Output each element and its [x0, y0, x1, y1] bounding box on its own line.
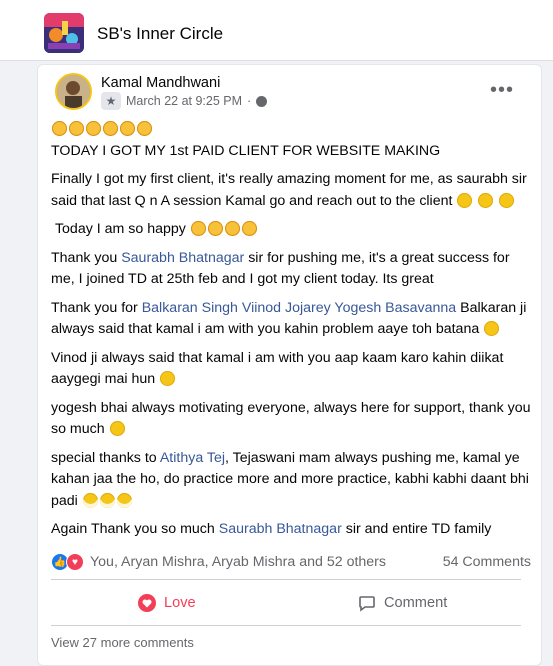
star-struck-emoji-icon: [120, 121, 135, 136]
post-card: Kamal Mandhwani ★ March 22 at 9:25 PM · …: [37, 64, 542, 666]
post-body: TODAY I GOT MY 1st PAID CLIENT FOR WEBSI…: [51, 119, 531, 548]
love-label: Love: [164, 595, 196, 611]
smile-emoji-icon: [499, 192, 515, 208]
paragraph-text: Finally I got my first client, it's real…: [51, 171, 527, 209]
author-avatar[interactable]: [55, 73, 92, 110]
divider: [51, 579, 521, 580]
comment-button[interactable]: Comment: [358, 585, 447, 621]
reactions-summary[interactable]: You, Aryan Mishra, Aryab Mishra and 52 o…: [90, 554, 386, 570]
star-struck-emoji-icon: [86, 121, 101, 136]
post-paragraph: Thank you Saurabh Bhatnagar sir for push…: [51, 248, 531, 291]
paragraph-text: Thank you for: [51, 299, 142, 316]
comments-count[interactable]: 54 Comments: [443, 554, 531, 570]
grin-emoji-icon: [82, 492, 98, 508]
post-paragraph: Finally I got my first client, it's real…: [51, 169, 531, 212]
group-name[interactable]: SB's Inner Circle: [97, 24, 223, 44]
group-header: SB's Inner Circle: [0, 0, 553, 61]
comment-label: Comment: [384, 595, 448, 611]
more-options-icon[interactable]: •••: [490, 79, 514, 102]
post-paragraph: yogesh bhai always motivating everyone, …: [51, 398, 531, 441]
post-meta: ★ March 22 at 9:25 PM ·: [101, 92, 268, 110]
paragraph-text: Thank you: [51, 249, 122, 266]
star-struck-emoji-icon: [137, 121, 152, 136]
post-paragraph: TODAY I GOT MY 1st PAID CLIENT FOR WEBSI…: [51, 142, 441, 159]
smile-emoji-icon: [457, 192, 473, 208]
star-struck-emoji-icon: [69, 121, 84, 136]
smile-emoji-icon: [484, 321, 500, 336]
post-paragraph: Today I am so happy: [51, 219, 531, 241]
paragraph-text: Again Thank you so much: [51, 521, 219, 537]
post-paragraph: Vinod ji always said that kamal i am wit…: [51, 348, 531, 391]
mention-link[interactable]: Saurabh Bhatnagar: [219, 521, 342, 537]
divider: [51, 625, 521, 626]
star-struck-emoji-icon: [241, 221, 257, 236]
grin-emoji-icon: [116, 492, 132, 508]
smile-emoji-icon: [478, 192, 494, 208]
post-date[interactable]: March 22 at 9:25 PM: [126, 94, 242, 108]
privacy-globe-icon: [256, 95, 268, 107]
mention-link[interactable]: Saurabh Bhatnagar: [121, 250, 244, 266]
star-struck-emoji-icon: [52, 121, 67, 136]
heart-icon: [138, 594, 156, 612]
grin-emoji-icon: [99, 492, 115, 508]
top-contributor-badge-icon[interactable]: ★: [101, 92, 121, 110]
group-thumbnail[interactable]: [44, 13, 84, 53]
mention-link[interactable]: Balkaran Singh Viinod Jojarey Yogesh Bas…: [142, 300, 456, 316]
view-more-comments[interactable]: View 27 more comments: [51, 635, 194, 650]
star-struck-emoji-icon: [207, 221, 223, 236]
smile-emoji-icon: [160, 371, 176, 386]
reactions-bar: 👍 ♥ You, Aryan Mishra, Aryab Mishra and …: [51, 550, 531, 574]
paragraph-text: sir and entire TD family: [341, 521, 492, 537]
meta-separator: ·: [247, 94, 252, 108]
star-struck-emoji-icon: [103, 121, 118, 136]
author-name[interactable]: Kamal Mandhwani: [101, 75, 220, 91]
love-button[interactable]: Love: [138, 585, 196, 621]
comment-icon: [359, 596, 375, 612]
post-paragraph: Thank you for Balkaran Singh Viinod Joja…: [51, 298, 531, 341]
mention-link[interactable]: Atithya Tej: [160, 450, 225, 466]
emoji-line: [51, 119, 531, 141]
paragraph-text: Vinod ji always said that kamal i am wit…: [51, 349, 504, 388]
star-struck-emoji-icon: [190, 221, 206, 236]
post-paragraph: Again Thank you so much Saurabh Bhatnaga…: [51, 519, 531, 541]
love-reaction-icon[interactable]: ♥: [66, 553, 84, 571]
paragraph-text: special thanks to: [51, 449, 160, 466]
smile-emoji-icon: [109, 421, 125, 436]
star-struck-emoji-icon: [224, 221, 240, 236]
paragraph-text: Today I am so happy: [54, 221, 186, 237]
post-paragraph: special thanks to Atithya Tej, Tejaswani…: [51, 448, 531, 513]
